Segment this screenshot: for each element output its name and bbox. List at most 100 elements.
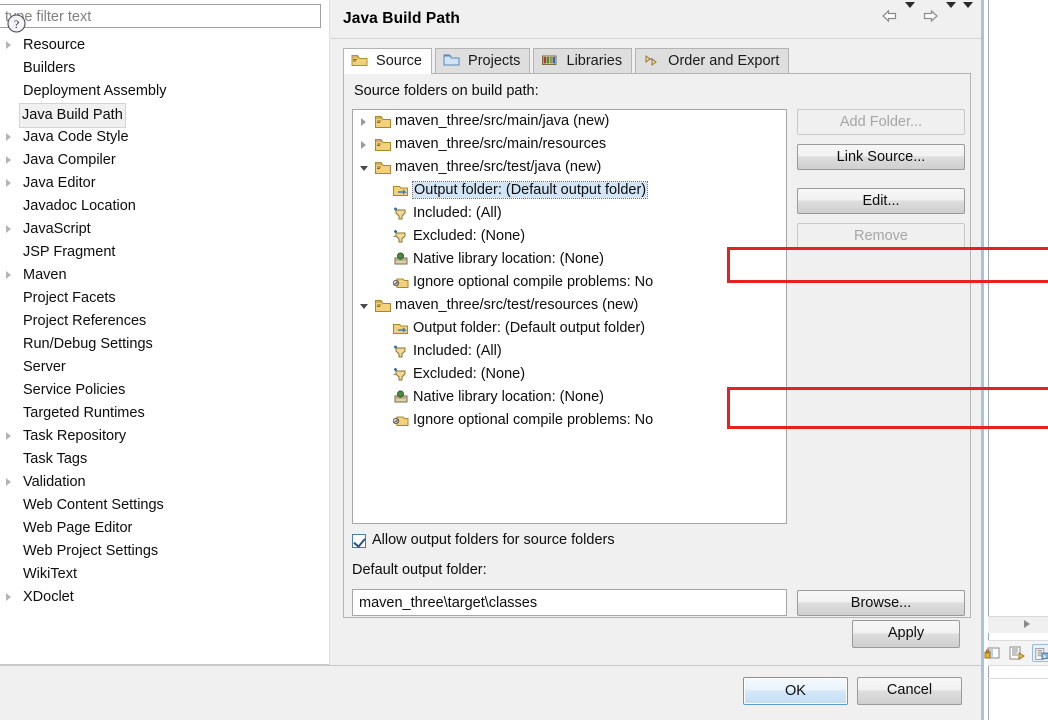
sidebar-item-builders[interactable]: Builders xyxy=(0,57,329,80)
sidebar-item-project-facets[interactable]: Project Facets xyxy=(0,287,329,310)
expand-arrow-icon[interactable] xyxy=(6,225,11,233)
sidebar-item-label: Java Build Path xyxy=(19,103,126,128)
include-filter-icon xyxy=(393,344,409,359)
ok-button[interactable]: OK xyxy=(743,677,848,705)
tab-label: Projects xyxy=(468,53,521,69)
back-arrow-icon[interactable] xyxy=(881,9,898,23)
sidebar-item-validation[interactable]: Validation xyxy=(0,471,329,494)
sidebar-item-resource[interactable]: Resource xyxy=(0,34,329,57)
scroll-right-icon[interactable] xyxy=(1024,620,1030,628)
allow-output-folders-checkbox[interactable] xyxy=(352,534,366,548)
expand-arrow-icon[interactable] xyxy=(6,179,11,187)
console-icon[interactable] xyxy=(1032,644,1048,662)
collapse-arrow-icon[interactable] xyxy=(360,304,368,309)
add-folder-button[interactable]: Add Folder... xyxy=(797,109,965,135)
filter-input[interactable] xyxy=(3,7,313,26)
sidebar-item-java-code-style[interactable]: Java Code Style xyxy=(0,126,329,149)
table-row[interactable]: Ignore optional compile problems: No xyxy=(353,271,786,294)
expand-arrow-icon[interactable] xyxy=(6,156,11,164)
sidebar-item-label: Web Content Settings xyxy=(23,497,164,513)
sidebar-item-server[interactable]: Server xyxy=(0,356,329,379)
table-row[interactable]: Excluded: (None) xyxy=(353,363,786,386)
debug-icon[interactable] xyxy=(984,644,1002,662)
table-row[interactable]: Native library location: (None) xyxy=(353,248,786,271)
link-source-button[interactable]: Link Source... xyxy=(797,144,965,170)
browse-button[interactable]: Browse... xyxy=(797,590,965,616)
sidebar-item-targeted-runtimes[interactable]: Targeted Runtimes xyxy=(0,402,329,425)
tab-strip: Source Projects Libraries Order and Expo… xyxy=(343,48,790,74)
expand-arrow-icon[interactable] xyxy=(361,118,366,126)
sidebar-item-task-repository[interactable]: Task Repository xyxy=(0,425,329,448)
sidebar-item-javadoc-location[interactable]: Javadoc Location xyxy=(0,195,329,218)
edit-button[interactable]: Edit... xyxy=(797,188,965,214)
sidebar-item-service-policies[interactable]: Service Policies xyxy=(0,379,329,402)
sidebar-item-java-editor[interactable]: Java Editor xyxy=(0,172,329,195)
forward-dropdown-chevron-down-icon[interactable] xyxy=(945,2,956,25)
sidebar-item-maven[interactable]: Maven xyxy=(0,264,329,287)
expand-arrow-icon[interactable] xyxy=(6,593,11,601)
expand-arrow-icon[interactable] xyxy=(6,478,11,486)
apply-button[interactable]: Apply xyxy=(852,620,960,648)
background-horizontal-scrollbar[interactable] xyxy=(988,616,1048,633)
table-row[interactable]: maven_three/src/test/resources (new) xyxy=(353,294,786,317)
source-folder-icon xyxy=(375,137,391,152)
table-row[interactable]: Included: (All) xyxy=(353,340,786,363)
sidebar-item-web-page-editor[interactable]: Web Page Editor xyxy=(0,517,329,540)
default-output-folder-field[interactable] xyxy=(352,589,787,616)
sidebar-item-run-debug-settings[interactable]: Run/Debug Settings xyxy=(0,333,329,356)
tab-source[interactable]: Source xyxy=(343,48,432,74)
sidebar-item-project-references[interactable]: Project References xyxy=(0,310,329,333)
sidebar-item-task-tags[interactable]: Task Tags xyxy=(0,448,329,471)
back-dropdown-chevron-down-icon[interactable] xyxy=(904,2,915,25)
table-row[interactable]: Output folder: (Default output folder) xyxy=(353,317,786,340)
tree-item-label: maven_three/src/main/java (new) xyxy=(395,113,610,129)
preferences-sidebar: Resource Builders Deployment Assembly Ja… xyxy=(0,0,330,668)
tab-libraries[interactable]: Libraries xyxy=(533,48,633,74)
expand-arrow-icon[interactable] xyxy=(6,432,11,440)
sidebar-item-java-compiler[interactable]: Java Compiler xyxy=(0,149,329,172)
sidebar-item-web-project-settings[interactable]: Web Project Settings xyxy=(0,540,329,563)
preferences-tree[interactable]: Resource Builders Deployment Assembly Ja… xyxy=(0,34,329,654)
expand-arrow-icon[interactable] xyxy=(6,41,11,49)
question-mark-icon[interactable]: ? xyxy=(7,14,26,33)
filter-text-box[interactable] xyxy=(0,4,321,28)
collapse-arrow-icon[interactable] xyxy=(360,166,368,171)
tab-label: Libraries xyxy=(566,53,623,69)
run-icon[interactable] xyxy=(1008,644,1026,662)
button-label: Remove xyxy=(854,228,908,244)
default-output-folder-input[interactable] xyxy=(357,593,781,613)
tab-projects[interactable]: Projects xyxy=(435,48,531,74)
table-row[interactable]: maven_three/src/test/java (new) xyxy=(353,156,786,179)
table-row[interactable]: Included: (All) xyxy=(353,202,786,225)
forward-arrow-icon[interactable] xyxy=(922,9,939,23)
view-menu-chevron-down-icon[interactable] xyxy=(963,2,973,25)
tree-item-label: Excluded: (None) xyxy=(413,228,526,244)
sidebar-item-java-build-path[interactable]: Java Build Path xyxy=(0,103,329,128)
table-row-selected[interactable]: Output folder: (Default output folder) xyxy=(353,179,786,202)
sidebar-item-web-content-settings[interactable]: Web Content Settings xyxy=(0,494,329,517)
sidebar-item-label: Task Tags xyxy=(23,451,88,467)
tab-order-and-export[interactable]: Order and Export xyxy=(635,48,790,74)
sidebar-item-label: Deployment Assembly xyxy=(23,83,167,99)
table-row[interactable]: maven_three/src/main/resources xyxy=(353,133,786,156)
remove-button[interactable]: Remove xyxy=(797,223,965,249)
table-row[interactable]: Ignore optional compile problems: No xyxy=(353,409,786,432)
sidebar-item-javascript[interactable]: JavaScript xyxy=(0,218,329,241)
sidebar-item-wikitext[interactable]: WikiText xyxy=(0,563,329,586)
sidebar-item-label: Project Facets xyxy=(23,290,116,306)
expand-arrow-icon[interactable] xyxy=(6,133,11,141)
sidebar-item-jsp-fragment[interactable]: JSP Fragment xyxy=(0,241,329,264)
sidebar-item-xdoclet[interactable]: XDoclet xyxy=(0,586,329,609)
sidebar-item-label: Targeted Runtimes xyxy=(23,405,145,421)
button-label: Cancel xyxy=(886,682,933,698)
expand-arrow-icon[interactable] xyxy=(361,141,366,149)
table-row[interactable]: maven_three/src/main/java (new) xyxy=(353,110,786,133)
sidebar-item-deployment-assembly[interactable]: Deployment Assembly xyxy=(0,80,329,103)
source-folders-tree[interactable]: maven_three/src/main/java (new) maven_th… xyxy=(352,109,787,524)
table-row[interactable]: Excluded: (None) xyxy=(353,225,786,248)
cancel-button[interactable]: Cancel xyxy=(857,677,962,705)
native-library-icon xyxy=(393,390,409,405)
table-row[interactable]: Native library location: (None) xyxy=(353,386,786,409)
native-library-icon xyxy=(393,252,409,267)
expand-arrow-icon[interactable] xyxy=(6,271,11,279)
